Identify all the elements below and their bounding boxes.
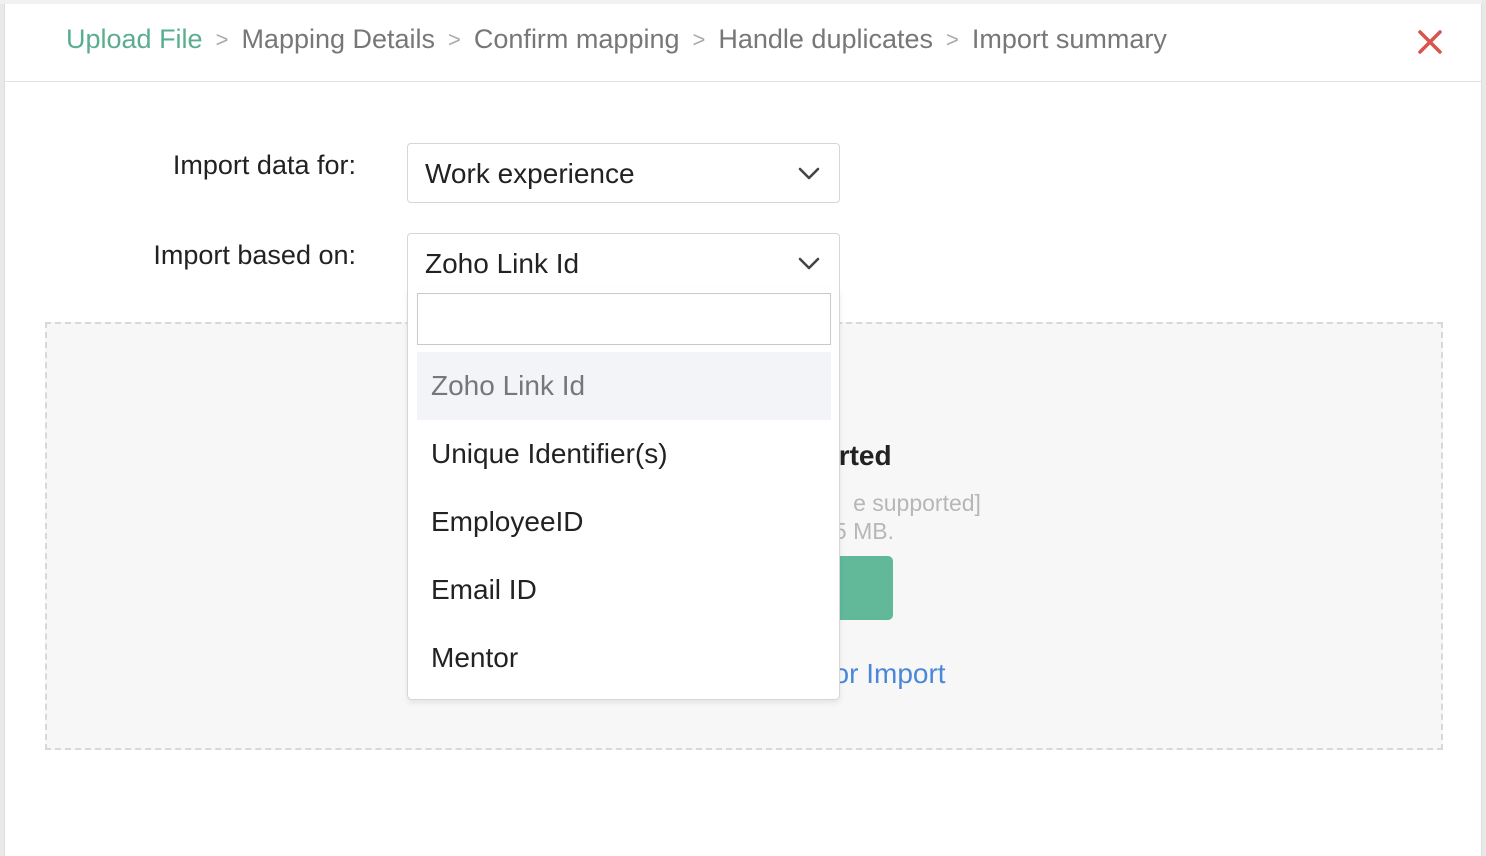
dropdown-option-mentor[interactable]: Mentor (417, 624, 831, 692)
breadcrumb-step-import-summary[interactable]: Import summary (972, 24, 1167, 55)
breadcrumb-separator: > (946, 26, 959, 52)
breadcrumb-step-handle-duplicates[interactable]: Handle duplicates (718, 24, 933, 55)
close-x-icon (1418, 30, 1442, 54)
dropdown-options: Zoho Link Id Unique Identifier(s) Employ… (417, 352, 831, 692)
dropdown-option-unique-identifiers[interactable]: Unique Identifier(s) (417, 420, 831, 488)
breadcrumb-step-upload-file[interactable]: Upload File (66, 24, 203, 55)
dropdown-option-employeeid[interactable]: EmployeeID (417, 488, 831, 556)
dropdown-option-email-id[interactable]: Email ID (417, 556, 831, 624)
import-based-on-value: Zoho Link Id (425, 248, 580, 279)
breadcrumb-step-mapping-details[interactable]: Mapping Details (241, 24, 435, 55)
breadcrumb: Upload File > Mapping Details > Confirm … (66, 24, 1167, 55)
import-based-on-dropdown: Zoho Link Id Unique Identifier(s) Employ… (407, 288, 840, 700)
dropdown-search-input[interactable] (417, 293, 831, 345)
dialog-header: Upload File > Mapping Details > Confirm … (5, 4, 1481, 82)
breadcrumb-separator: > (215, 26, 229, 52)
import-dialog: Upload File > Mapping Details > Confirm … (4, 4, 1482, 856)
window-right-edge (1482, 0, 1486, 856)
import-data-for-select[interactable]: Work experience (407, 143, 840, 203)
chevron-down-icon (798, 257, 820, 270)
import-based-on-select[interactable]: Zoho Link Id (407, 233, 840, 293)
import-data-for-label: Import data for: (172, 150, 356, 180)
breadcrumb-separator: > (448, 26, 461, 52)
breadcrumb-separator: > (692, 26, 706, 52)
import-data-for-value: Work experience (425, 158, 635, 189)
breadcrumb-step-confirm-mapping[interactable]: Confirm mapping (474, 24, 680, 55)
chevron-down-icon (798, 167, 820, 180)
dropdown-option-zoho-link-id[interactable]: Zoho Link Id (417, 352, 831, 420)
import-based-on-label: Import based on: (153, 240, 356, 270)
close-button[interactable] (1414, 26, 1446, 58)
